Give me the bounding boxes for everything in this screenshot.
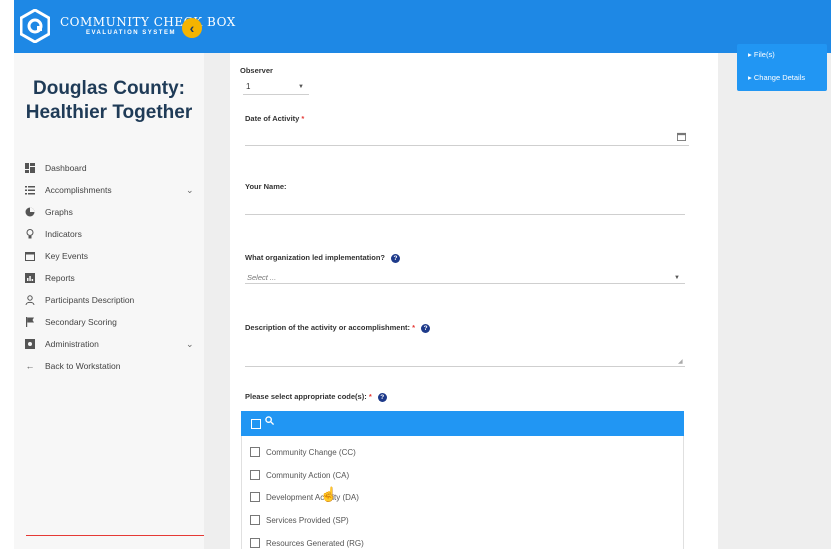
hand-cursor-icon: ☝ [320, 486, 338, 502]
content-gutter-right [718, 53, 831, 549]
popup-item-change-details[interactable]: ▸ Change Details [748, 73, 805, 82]
sidebar-item-administration[interactable]: Administration ⌄ [14, 333, 204, 355]
checkbox[interactable] [250, 447, 260, 457]
org-select[interactable]: Select ... [247, 273, 276, 282]
organization-title: Douglas County: Healthier Together [14, 77, 204, 125]
help-icon[interactable]: ? [391, 253, 401, 263]
report-icon [24, 272, 36, 284]
org-label: What organization led implementation?? [245, 253, 401, 263]
arrow-left-icon: ← [25, 361, 35, 371]
sidebar-item-label: Administration [45, 339, 99, 349]
code-option-label: Community Change (CC) [266, 447, 356, 457]
help-icon[interactable]: ? [377, 392, 387, 402]
popup-item-files[interactable]: ▸ File(s) [748, 50, 775, 59]
observer-underline [243, 94, 309, 95]
sidebar-item-indicators[interactable]: Indicators [14, 223, 204, 245]
codes-label-text: Please select appropriate code(s): [245, 392, 367, 401]
list-icon [24, 184, 36, 196]
code-option-label: Services Provided (SP) [266, 515, 349, 525]
help-icon[interactable]: ? [421, 323, 431, 333]
sidebar-item-label: Key Events [45, 251, 88, 261]
chevron-down-icon: ⌄ [186, 338, 194, 349]
sidebar-item-label: Participants Description [45, 295, 135, 305]
dashboard-icon [24, 162, 36, 174]
description-label: Description of the activity or accomplis… [245, 323, 431, 333]
brand-subtitle: EVALUATION SYSTEM [86, 30, 176, 36]
organization-title-line1: Douglas County: [33, 78, 185, 99]
search-icon[interactable] [265, 416, 275, 428]
sidebar-item-accomplishments[interactable]: Accomplishments ⌄ [14, 179, 204, 201]
resize-handle-icon[interactable]: ◢ [678, 358, 683, 365]
lightbulb-icon [24, 228, 36, 240]
name-input[interactable] [245, 214, 685, 215]
code-option-cc[interactable]: Community Change (CC) [250, 446, 356, 458]
checkbox[interactable] [250, 538, 260, 548]
top-bar: COMMUNITY CHECK BOX EVALUATION SYSTEM [14, 0, 831, 53]
checkbox[interactable] [250, 470, 260, 480]
required-mark: * [368, 392, 372, 401]
calendar-icon[interactable] [677, 132, 686, 143]
required-mark: * [301, 114, 305, 123]
code-option-sp[interactable]: Services Provided (SP) [250, 514, 349, 526]
chevron-left-icon: ‹ [189, 20, 195, 36]
code-option-da[interactable]: Development Activity (DA) [250, 491, 359, 503]
description-label-text: Description of the activity or accomplis… [245, 323, 411, 332]
popup-item-label: File(s) [753, 50, 775, 59]
org-select-underline [245, 283, 685, 284]
sidebar-item-secondary-scoring[interactable]: Secondary Scoring [14, 311, 204, 333]
person-icon [24, 294, 36, 306]
sidebar-item-label: Graphs [45, 207, 73, 217]
code-option-label: Development Activity (DA) [266, 492, 359, 502]
date-input[interactable] [245, 145, 689, 146]
calendar-icon [24, 250, 36, 262]
sidebar-collapse-button[interactable]: ‹ [182, 18, 202, 38]
description-textarea[interactable] [245, 366, 685, 367]
sidebar-item-reports[interactable]: Reports [14, 267, 204, 289]
sidebar-item-label: Back to Workstation [45, 361, 121, 371]
admin-icon [24, 338, 36, 350]
checkbox[interactable] [250, 492, 260, 502]
org-label-text: What organization led implementation? [245, 253, 386, 262]
code-option-label: Community Action (CA) [266, 470, 350, 480]
required-mark: * [412, 323, 416, 332]
checkbox[interactable] [250, 515, 260, 525]
observer-label: Observer [240, 66, 273, 75]
chevron-down-icon: ⌄ [186, 184, 194, 195]
sidebar-item-label: Secondary Scoring [45, 317, 117, 327]
date-label-text: Date of Activity [245, 114, 300, 123]
sidebar-item-key-events[interactable]: Key Events [14, 245, 204, 267]
sidebar-nav: Dashboard Accomplishments ⌄ Graphs Indic… [14, 157, 204, 377]
select-all-checkbox[interactable] [251, 419, 261, 429]
sidebar-item-label: Accomplishments [45, 185, 112, 195]
flag-icon [24, 316, 36, 328]
code-option-label: Resources Generated (RG) [266, 538, 364, 548]
app-logo-icon [20, 9, 50, 43]
observer-select[interactable]: 1 [246, 82, 250, 91]
date-label: Date of Activity * [245, 114, 304, 123]
sidebar: Douglas County: Healthier Together Dashb… [14, 53, 204, 549]
sidebar-item-label: Dashboard [45, 163, 87, 173]
brand-title: COMMUNITY CHECK BOX [60, 15, 236, 29]
sidebar-item-graphs[interactable]: Graphs [14, 201, 204, 223]
actions-popup: ▸ File(s) ▸ Change Details [737, 44, 827, 91]
sidebar-item-participants-description[interactable]: Participants Description [14, 289, 204, 311]
code-option-ca[interactable]: Community Action (CA) [250, 469, 349, 481]
sidebar-item-dashboard[interactable]: Dashboard [14, 157, 204, 179]
organization-title-line2: Healthier Together [25, 102, 193, 123]
caret-down-icon: ▼ [674, 275, 680, 281]
codes-label: Please select appropriate code(s): *? [245, 392, 387, 402]
code-option-rg[interactable]: Resources Generated (RG) [250, 537, 364, 549]
sidebar-item-label: Indicators [45, 229, 82, 239]
name-label: Your Name: [245, 182, 287, 191]
popup-item-label: Change Details [753, 73, 806, 82]
sidebar-item-label: Reports [45, 273, 75, 283]
codes-list: Community Change (CC) Community Action (… [241, 436, 684, 549]
pie-chart-icon [24, 206, 36, 218]
sidebar-item-back-to-workstation[interactable]: ← Back to Workstation [14, 355, 204, 377]
codes-list-header [241, 411, 684, 436]
content-gutter-left [204, 53, 230, 549]
caret-down-icon: ▼ [298, 84, 304, 90]
